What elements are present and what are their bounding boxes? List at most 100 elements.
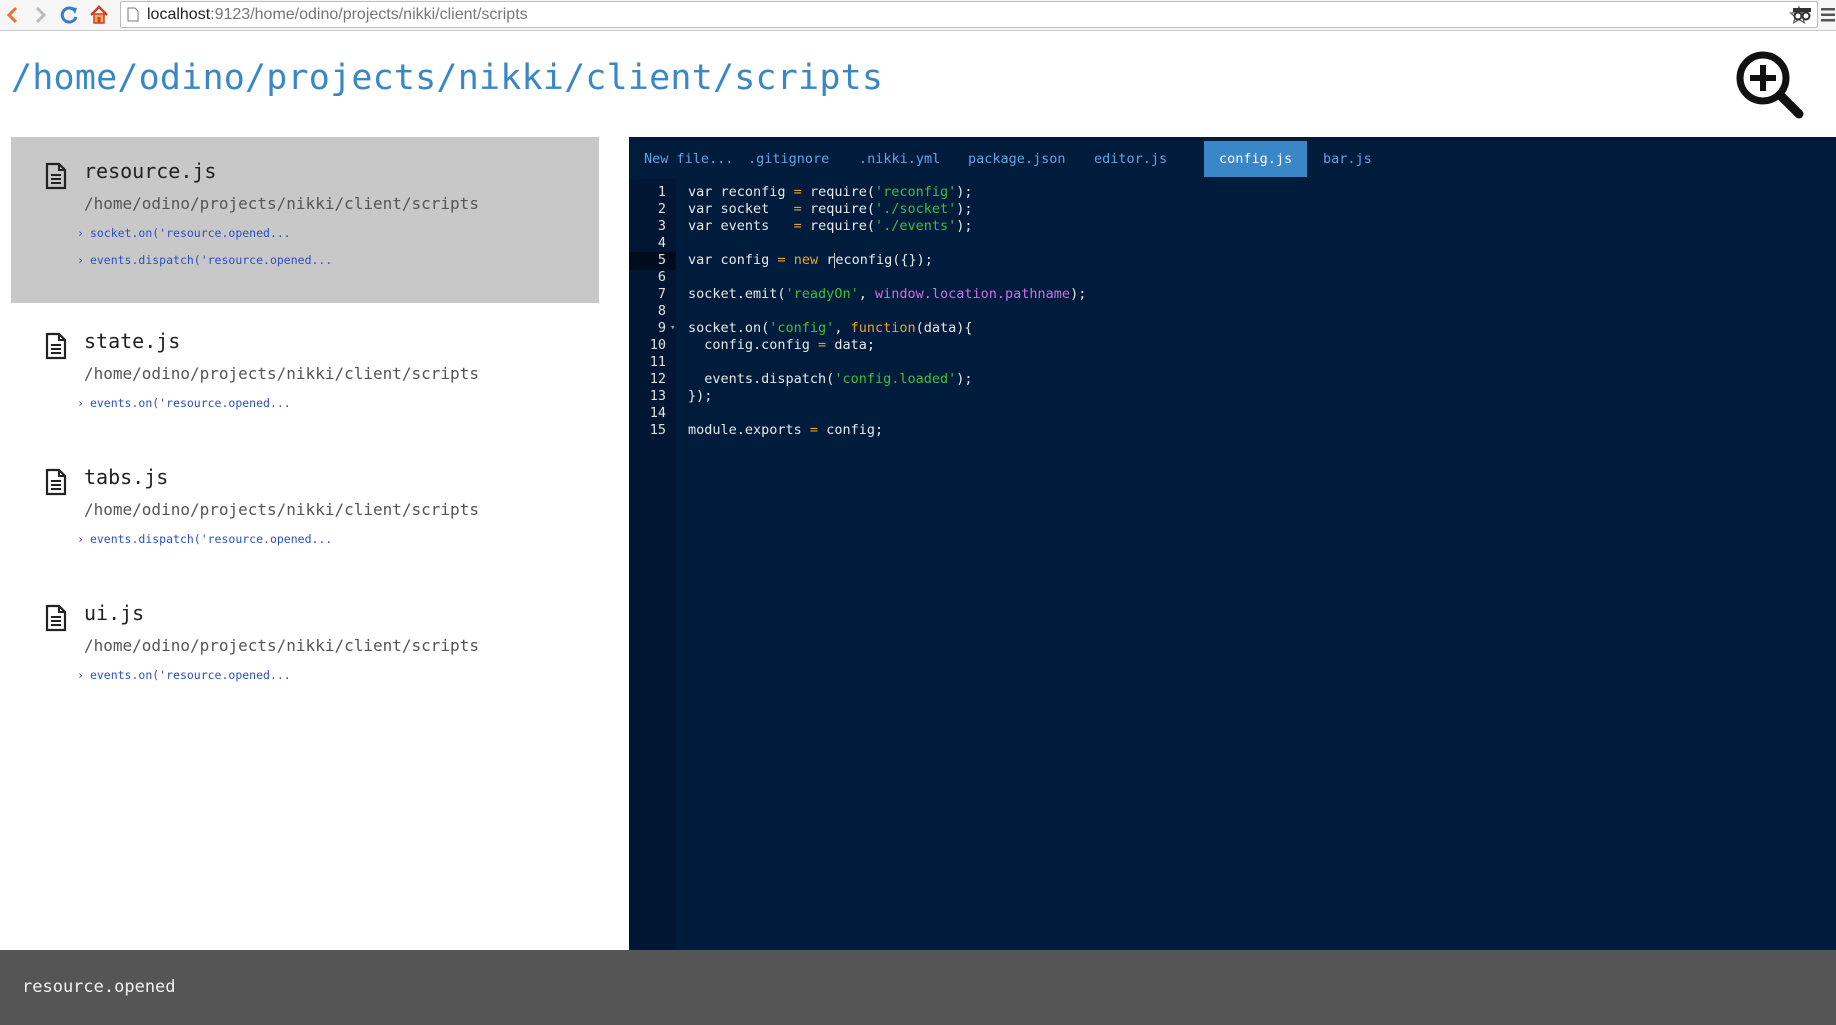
address-bar[interactable]: localhost:9123/home/odino/projects/nikki… [120, 1, 1818, 28]
result-file-name[interactable]: state.js [84, 327, 599, 355]
code-line[interactable]: 4 [629, 235, 1836, 252]
code-line-text: var socket = require('./socket'); [688, 201, 973, 218]
result-matches: › events.on('resource.opened... [77, 663, 599, 690]
result-item[interactable]: state.js/home/odino/projects/nikki/clien… [11, 307, 599, 443]
result-file-name[interactable]: resource.js [84, 157, 599, 185]
editor-tab[interactable]: .gitignore [733, 141, 844, 177]
page-icon [127, 7, 139, 22]
code-line-text: var events = require('./events'); [688, 218, 973, 235]
match-text: events.dispatch('resource.opened... [90, 253, 332, 267]
result-match-line[interactable]: › events.dispatch('resource.opened... [77, 248, 599, 275]
chevron-right-icon: › [77, 668, 84, 682]
match-text: socket.on('resource.opened... [90, 226, 291, 240]
code-line[interactable]: 9▾ socket.on('config', function(data){ [629, 320, 1836, 337]
line-number: 1 [629, 184, 666, 201]
chevron-right-icon: › [77, 396, 84, 410]
result-matches: › events.on('resource.opened... [77, 391, 599, 418]
code-line[interactable]: 2 var socket = require('./socket'); [629, 201, 1836, 218]
result-file-path: /home/odino/projects/nikki/client/script… [84, 193, 599, 215]
text-cursor [834, 253, 835, 268]
result-item[interactable]: ui.js/home/odino/projects/nikki/client/s… [11, 579, 599, 715]
result-match-line[interactable]: › events.on('resource.opened... [77, 391, 599, 418]
line-number: 15 [629, 422, 666, 439]
chevron-right-icon: › [77, 253, 84, 267]
code-area[interactable]: 1 var reconfig = require('reconfig'); 2 var… [629, 184, 1836, 439]
line-number: 5 [629, 252, 666, 269]
editor-tab[interactable]: .nikki.yml [844, 141, 955, 177]
code-line[interactable]: 7socket.emit('readyOn', window.location.… [629, 286, 1836, 303]
reload-icon[interactable] [58, 4, 80, 26]
line-number: 2 [629, 201, 666, 218]
result-match-line[interactable]: › events.on('resource.opened... [77, 663, 599, 690]
editor-tabs: New file....gitignore.nikki.ymlpackage.j… [629, 137, 1836, 175]
code-line[interactable]: 11 [629, 354, 1836, 371]
code-line-text: config.config = data; [688, 337, 875, 354]
home-icon[interactable] [88, 4, 110, 26]
incognito-extension-icon[interactable] [1792, 5, 1812, 23]
file-icon [45, 332, 67, 360]
line-number: 6 [629, 269, 666, 286]
code-line[interactable]: 15 module.exports = config; [629, 422, 1836, 439]
file-icon [45, 468, 67, 496]
result-file-path: /home/odino/projects/nikki/client/script… [84, 363, 599, 385]
status-text: resource.opened [22, 977, 176, 997]
match-text: events.on('resource.opened... [90, 668, 291, 682]
line-number: 14 [629, 405, 666, 422]
line-number: 12 [629, 371, 666, 388]
code-line-text: events.dispatch('config.loaded'); [688, 371, 973, 388]
line-number: 10 [629, 337, 666, 354]
code-line-text: socket.on('config', function(data){ [688, 320, 973, 337]
file-icon [45, 604, 67, 632]
code-line[interactable]: 6 [629, 269, 1836, 286]
forward-arrow-icon[interactable] [29, 4, 51, 26]
zoom-in-icon[interactable] [1733, 48, 1805, 120]
chevron-right-icon: › [77, 226, 84, 240]
line-number: 8 [629, 303, 666, 320]
editor-tab[interactable]: editor.js [1079, 141, 1182, 177]
match-text: events.on('resource.opened... [90, 396, 291, 410]
line-number: 4 [629, 235, 666, 252]
url-text[interactable]: localhost:9123/home/odino/projects/nikki… [147, 6, 528, 24]
editor-tab[interactable]: package.json [953, 141, 1081, 177]
editor-tab[interactable]: New file... [629, 141, 748, 177]
result-item[interactable]: tabs.js/home/odino/projects/nikki/client… [11, 443, 599, 579]
line-number: 11 [629, 354, 666, 371]
code-line[interactable]: 14 [629, 405, 1836, 422]
url-host: localhost [147, 6, 210, 23]
result-item[interactable]: resource.js/home/odino/projects/nikki/cl… [11, 137, 599, 303]
match-text: events.dispatch('resource.opened... [90, 532, 332, 546]
line-number: 9 [629, 320, 666, 337]
result-file-name[interactable]: tabs.js [84, 463, 599, 491]
fold-toggle-icon[interactable]: ▾ [670, 320, 675, 337]
result-matches: › socket.on('resource.opened... › events.di… [77, 221, 599, 275]
result-file-name[interactable]: ui.js [84, 599, 599, 627]
menu-icon[interactable] [1821, 7, 1835, 23]
line-number: 13 [629, 388, 666, 405]
line-number: 3 [629, 218, 666, 235]
code-editor[interactable]: New file....gitignore.nikki.ymlpackage.j… [629, 137, 1836, 950]
code-line[interactable]: 5 var config = new reconfig({}); [629, 252, 1836, 269]
code-line[interactable]: 13}); [629, 388, 1836, 405]
chevron-right-icon: › [77, 532, 84, 546]
code-line[interactable]: 1 var reconfig = require('reconfig'); [629, 184, 1836, 201]
code-line[interactable]: 3 var events = require('./events'); [629, 218, 1836, 235]
code-line-text: module.exports = config; [688, 422, 883, 439]
result-file-path: /home/odino/projects/nikki/client/script… [84, 499, 599, 521]
result-matches: › events.dispatch('resource.opened... [77, 527, 599, 554]
code-line-text: var reconfig = require('reconfig'); [688, 184, 973, 201]
file-icon [45, 162, 67, 190]
result-match-line[interactable]: › events.dispatch('resource.opened... [77, 527, 599, 554]
editor-tab[interactable]: bar.js [1308, 141, 1387, 177]
code-line[interactable]: 8 [629, 303, 1836, 320]
result-match-line[interactable]: › socket.on('resource.opened... [77, 221, 599, 248]
search-results-list: resource.js/home/odino/projects/nikki/cl… [11, 137, 599, 715]
code-line[interactable]: 10 config.config = data; [629, 337, 1836, 354]
browser-toolbar: localhost:9123/home/odino/projects/nikki… [0, 0, 1836, 31]
status-bar: resource.opened [0, 950, 1836, 1025]
back-arrow-icon[interactable] [2, 4, 24, 26]
result-file-path: /home/odino/projects/nikki/client/script… [84, 635, 599, 657]
url-path: :9123/home/odino/projects/nikki/client/s… [210, 6, 528, 23]
code-line-text: var config = new reconfig({}); [688, 252, 933, 269]
code-line[interactable]: 12 events.dispatch('config.loaded'); [629, 371, 1836, 388]
editor-tab[interactable]: config.js [1204, 141, 1307, 177]
